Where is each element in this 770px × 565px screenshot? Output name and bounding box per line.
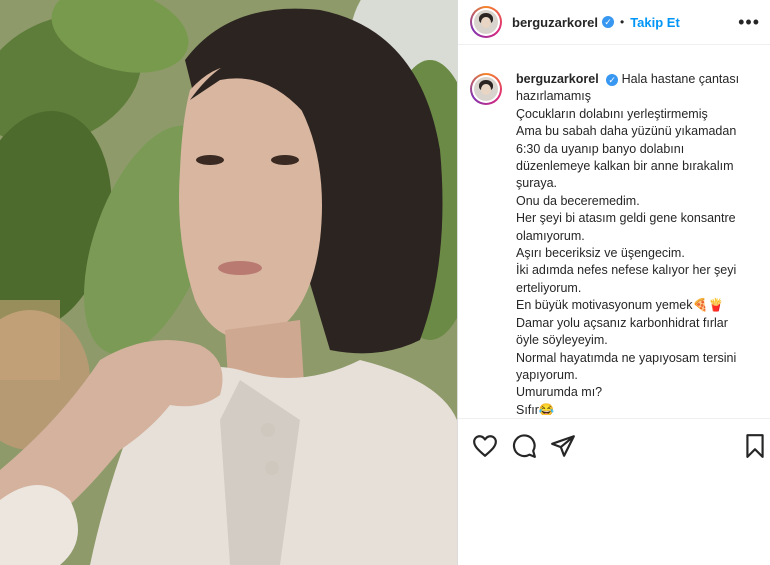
caption-line: Sıfır😂 <box>516 402 555 415</box>
caption-line: yapıyorum. <box>516 367 578 382</box>
caption-verified-badge-icon: ✓ <box>606 73 619 86</box>
username-link[interactable]: berguzarkorel <box>512 15 598 30</box>
caption-line: öyle söyleyeyim. <box>516 333 608 348</box>
verified-badge-icon: ✓ <box>601 16 614 28</box>
post-header: berguzarkorel ✓ • Takip Et ••• <box>458 0 770 45</box>
caption-line: Umurumda mı? <box>516 385 603 400</box>
action-bar <box>458 418 770 475</box>
caption-area: berguzarkorel ✓ Hala hastane çantası haz… <box>458 45 770 415</box>
caption-line: berguzarkorel ✓ Hala hastane çantası <box>516 71 739 88</box>
share-icon[interactable] <box>550 433 576 459</box>
caption-line: İki adımda nefes nefese kalıyor her şeyi <box>516 263 737 278</box>
follow-button[interactable]: Takip Et <box>630 15 680 30</box>
caption-line: hazırlamamış <box>516 89 592 104</box>
post-photo-image <box>0 0 457 565</box>
caption-line: Çocukların dolabını yerleştirmemiş <box>516 106 708 121</box>
caption-line: Aşırı beceriksiz ve üşengecim. <box>516 246 685 261</box>
caption-line: düzenlemeye kalkan bir anne bırakalım <box>516 159 734 174</box>
caption-line: şuraya. <box>516 176 557 191</box>
caption-avatar-frame <box>472 75 500 103</box>
instagram-post: berguzarkorel ✓ • Takip Et ••• berguzark… <box>0 0 770 565</box>
caption-avatar-image <box>474 77 498 101</box>
heart-icon[interactable] <box>472 433 498 459</box>
more-options-icon[interactable]: ••• <box>738 13 760 31</box>
avatar[interactable] <box>470 6 502 38</box>
header-separator: • <box>619 15 625 29</box>
caption-row: berguzarkorel ✓ Hala hastane çantası haz… <box>470 71 760 415</box>
avatar-frame <box>472 8 500 36</box>
post-sidebar: berguzarkorel ✓ • Takip Et ••• berguzark… <box>457 0 770 565</box>
post-photo[interactable] <box>0 0 457 565</box>
caption-line: Onu da beceremedim. <box>516 193 640 208</box>
caption-line: Normal hayatımda ne yapıyosam tersini <box>516 350 737 365</box>
avatar-image <box>474 10 498 34</box>
caption-line: Her şeyi bi atasım geldi gene konsantre <box>516 211 736 226</box>
caption-first-line: Hala hastane çantası <box>621 72 740 86</box>
bookmark-icon[interactable] <box>742 433 768 459</box>
caption-line: 6:30 da uyanıp banyo dolabını <box>516 141 685 156</box>
caption-line: En büyük motivasyonum yemek🍕🍟 <box>516 298 724 313</box>
caption-line: Damar yolu açsanız karbonhidrat fırlar <box>516 315 728 330</box>
caption-avatar[interactable] <box>470 73 502 105</box>
caption-line: Ama bu sabah daha yüzünü yıkamadan <box>516 124 737 139</box>
caption-line: erteliyorum. <box>516 280 582 295</box>
caption-text: berguzarkorel ✓ Hala hastane çantası haz… <box>516 71 739 415</box>
comment-icon[interactable] <box>511 433 537 459</box>
caption-line: olamıyorum. <box>516 228 585 243</box>
caption-username[interactable]: berguzarkorel <box>516 72 599 86</box>
